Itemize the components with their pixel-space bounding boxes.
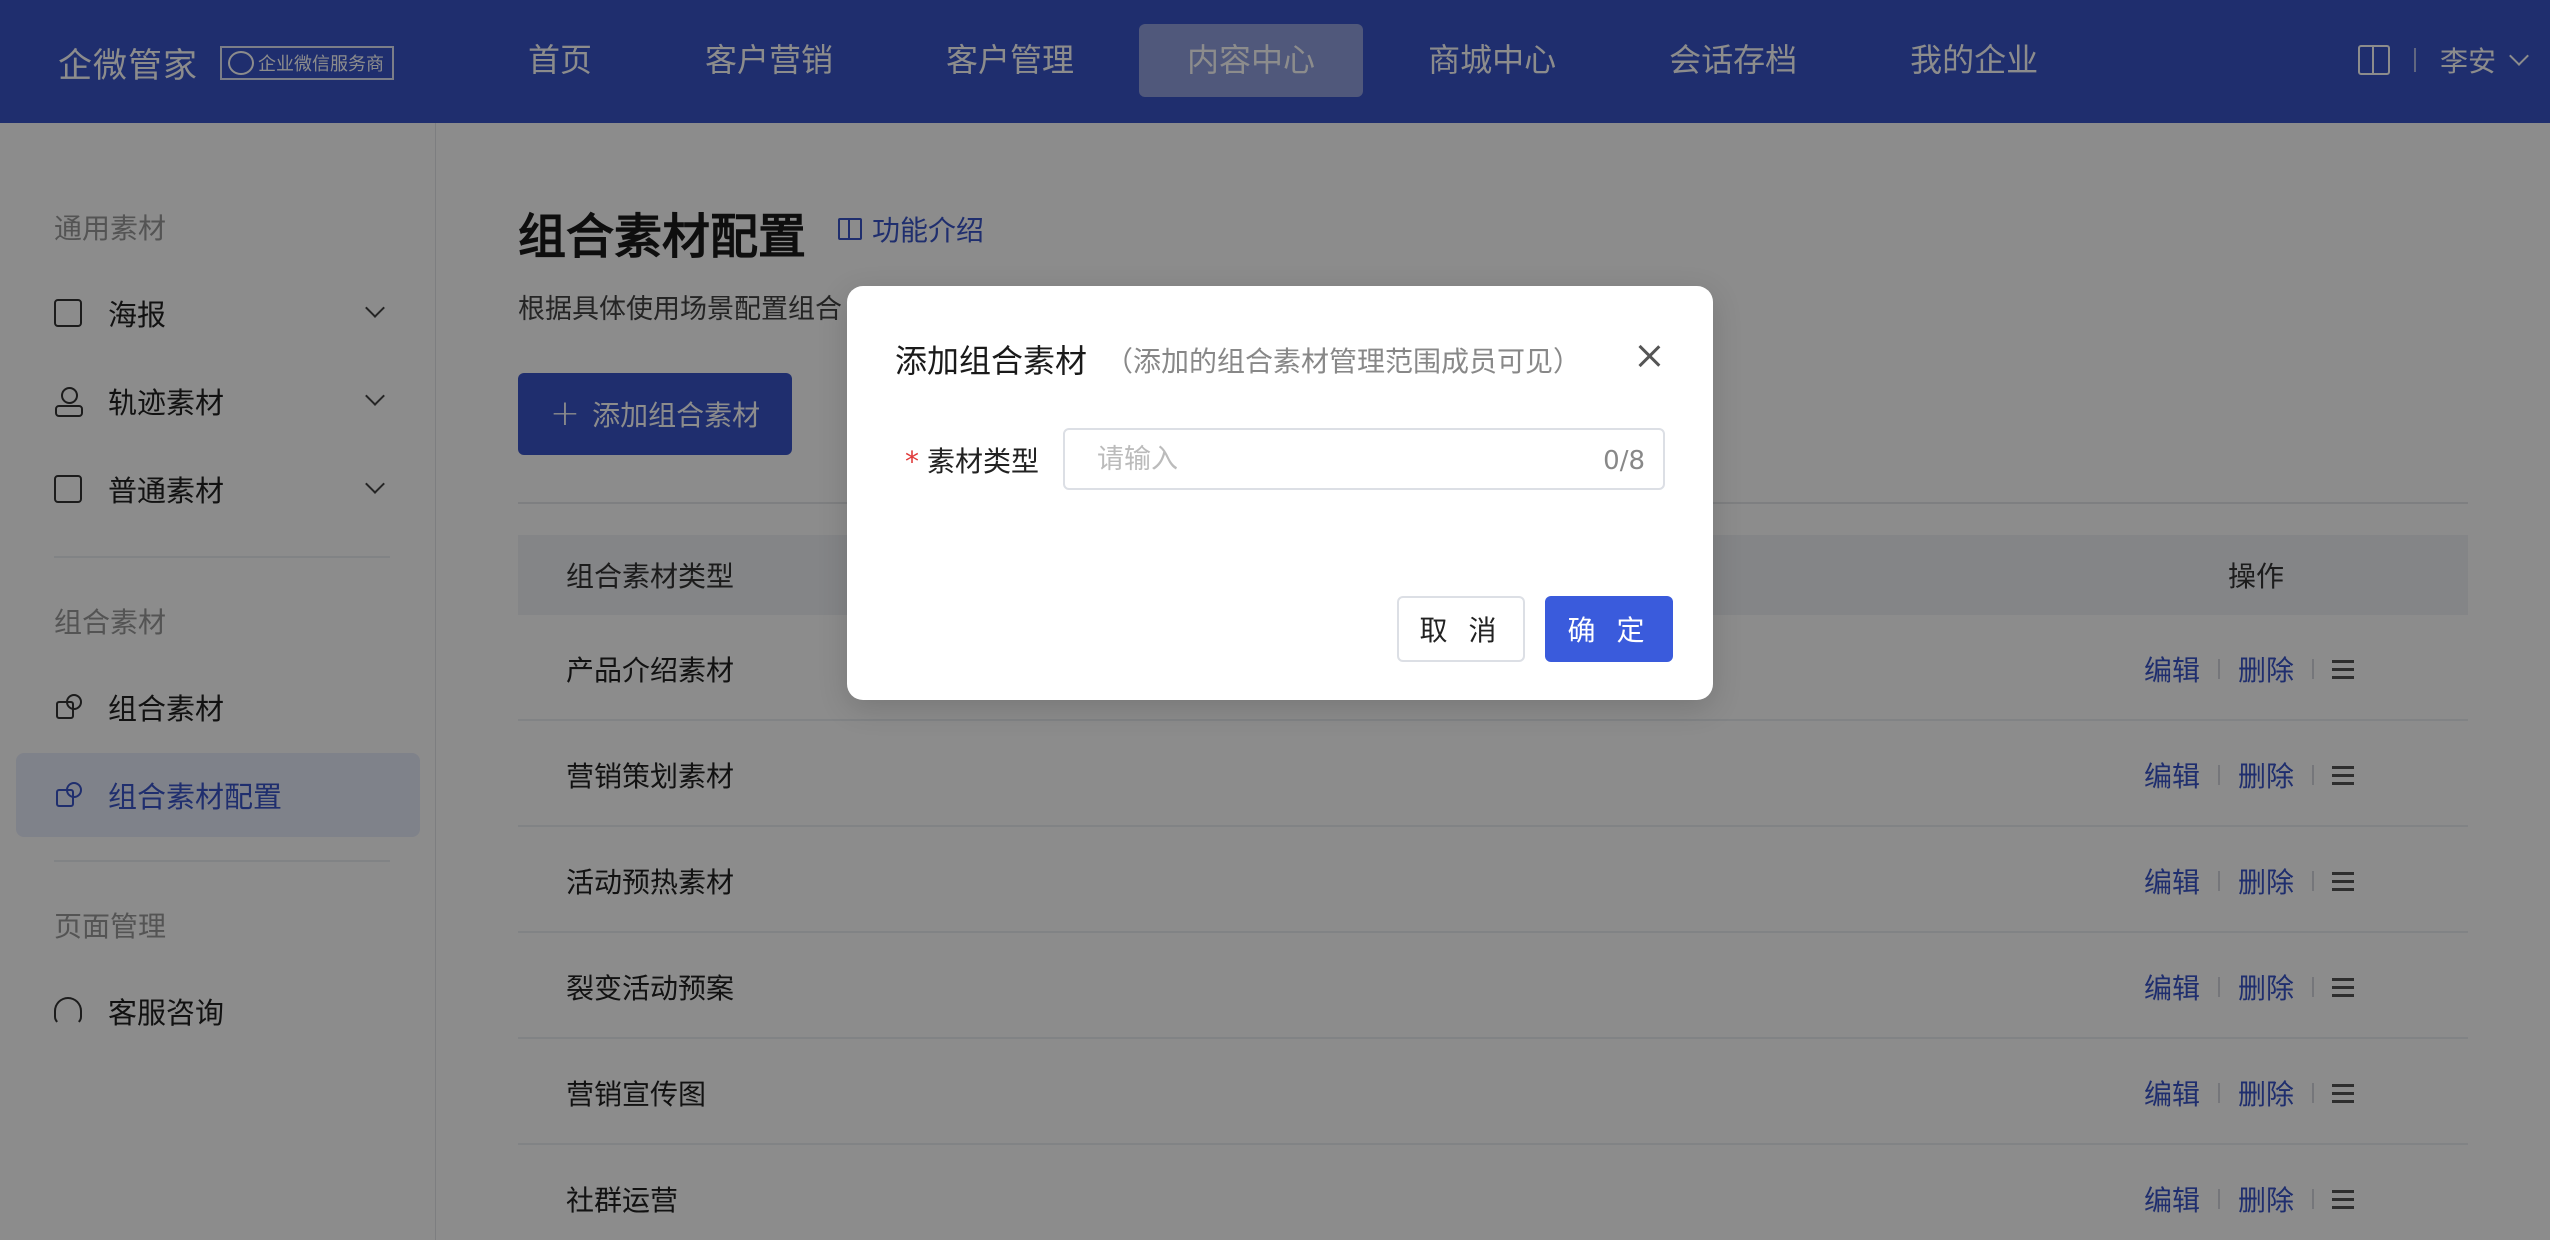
confirm-button[interactable]: 确 定 — [1545, 596, 1673, 662]
material-type-field: 0/8 — [1063, 428, 1665, 490]
material-type-label: * 素材类型 — [905, 440, 1039, 480]
required-mark: * — [905, 445, 919, 478]
add-combo-material-dialog: 添加组合素材 （添加的组合素材管理范围成员可见） *素材类型 0/8 取 消 确… — [847, 286, 1713, 700]
dialog-title: 添加组合素材 — [895, 342, 1088, 380]
close-icon[interactable] — [1637, 344, 1661, 368]
dialog-subtitle: （添加的组合素材管理范围成员可见） — [1105, 345, 1582, 378]
field-label-text: 素材类型 — [927, 445, 1040, 478]
cancel-button[interactable]: 取 消 — [1397, 596, 1525, 662]
char-counter: 0/8 — [1603, 446, 1645, 476]
material-type-input[interactable] — [1065, 430, 1585, 488]
